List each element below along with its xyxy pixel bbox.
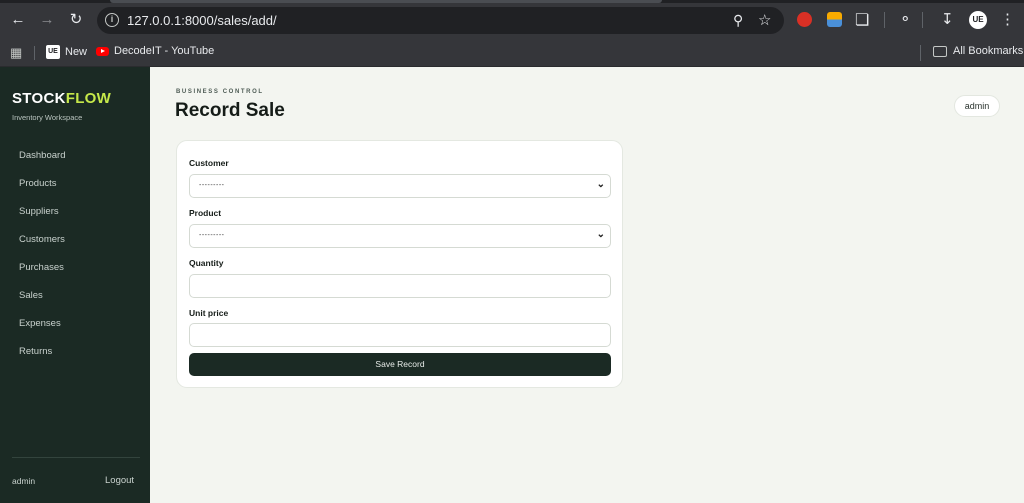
- browser-toolbar: ← → ↻ i 127.0.0.1:8000/sales/add/ ⚲ ☆ ❏ …: [0, 0, 1024, 40]
- all-bookmarks-label: All Bookmarks: [953, 45, 1024, 57]
- sidebar-divider: [12, 457, 140, 458]
- save-record-button[interactable]: Save Record: [189, 353, 611, 376]
- sidebar-item-returns[interactable]: Returns: [19, 347, 65, 375]
- sidebar-nav: Dashboard Products Suppliers Customers P…: [19, 151, 65, 375]
- user-menu-chip[interactable]: admin: [954, 95, 1000, 117]
- brand-part1: STOCK: [12, 90, 66, 107]
- zoom-icon[interactable]: ⚲: [733, 12, 743, 29]
- active-tab[interactable]: [110, 0, 662, 3]
- sidebar-item-purchases[interactable]: Purchases: [19, 263, 65, 291]
- browser-menu-icon[interactable]: ⋮: [1000, 10, 1015, 28]
- product-select-value: ---------: [199, 232, 225, 239]
- sidebar-item-dashboard[interactable]: Dashboard: [19, 151, 65, 179]
- unit-price-label: Unit price: [189, 308, 229, 318]
- product-label: Product: [189, 208, 222, 218]
- bookmark-new[interactable]: UE New: [46, 45, 87, 59]
- download-icon[interactable]: ↧: [941, 10, 954, 28]
- brand-part2: FLOW: [65, 90, 112, 107]
- bookmarks-divider: [920, 45, 921, 61]
- extension-icon[interactable]: [827, 12, 842, 27]
- youtube-icon: [96, 46, 109, 56]
- bookmark-star-icon[interactable]: ☆: [758, 11, 771, 29]
- url-text[interactable]: 127.0.0.1:8000/sales/add/: [127, 13, 277, 28]
- incognito-icon[interactable]: ⚬: [899, 10, 912, 28]
- sale-form-card: Customer --------- ⌄ Product --------- ⌄…: [176, 140, 623, 388]
- back-icon[interactable]: ←: [8, 10, 28, 30]
- sidebar: STOCKFLOW Inventory Workspace Dashboard …: [0, 67, 150, 503]
- quantity-label: Quantity: [189, 258, 224, 268]
- address-bar[interactable]: i 127.0.0.1:8000/sales/add/ ⚲ ☆: [97, 7, 784, 34]
- brand-subtitle: Inventory Workspace: [12, 113, 83, 122]
- quantity-input[interactable]: [189, 274, 611, 298]
- all-bookmarks-button[interactable]: All Bookmarks: [933, 45, 1023, 57]
- customer-select-value: ---------: [199, 182, 225, 189]
- chevron-down-icon: ⌄: [596, 229, 605, 240]
- sidebar-username: admin: [12, 476, 36, 486]
- sidebar-item-sales[interactable]: Sales: [19, 291, 65, 319]
- sidebar-item-suppliers[interactable]: Suppliers: [19, 207, 65, 235]
- bookmark-decodeit[interactable]: DecodeIT - YouTube: [96, 45, 214, 57]
- unit-price-input[interactable]: [189, 323, 611, 347]
- page-title: Record Sale: [175, 100, 285, 121]
- brand-logo[interactable]: STOCKFLOW: [12, 90, 111, 107]
- chevron-down-icon: ⌄: [596, 179, 605, 190]
- folder-icon: [933, 45, 947, 57]
- forward-icon[interactable]: →: [37, 10, 57, 30]
- toolbar-divider: [922, 12, 923, 28]
- customer-label: Customer: [189, 158, 229, 168]
- adblock-extension-icon[interactable]: [797, 12, 812, 27]
- sidebar-item-products[interactable]: Products: [19, 179, 65, 207]
- page-eyebrow: BUSINESS CONTROL: [176, 89, 264, 95]
- profile-avatar[interactable]: UE: [969, 11, 987, 29]
- product-select[interactable]: --------- ⌄: [189, 224, 611, 248]
- site-info-icon[interactable]: i: [105, 13, 119, 27]
- bookmarks-bar: ▦ UE New DecodeIT - YouTube All Bookmark…: [0, 40, 1024, 67]
- logout-link[interactable]: Logout: [105, 475, 134, 486]
- uextension-icon: UE: [46, 45, 60, 59]
- extensions-puzzle-icon[interactable]: ❏: [855, 10, 870, 29]
- bookmarks-divider: [34, 46, 35, 60]
- bookmark-label: DecodeIT - YouTube: [114, 45, 215, 57]
- sidebar-item-customers[interactable]: Customers: [19, 235, 65, 263]
- toolbar-divider: [884, 12, 885, 28]
- tab-strip: [0, 0, 1024, 3]
- customer-select[interactable]: --------- ⌄: [189, 174, 611, 198]
- apps-grid-icon[interactable]: ▦: [10, 45, 22, 61]
- reload-icon[interactable]: ↻: [66, 10, 86, 30]
- sidebar-item-expenses[interactable]: Expenses: [19, 319, 65, 347]
- bookmark-label: New: [65, 46, 88, 58]
